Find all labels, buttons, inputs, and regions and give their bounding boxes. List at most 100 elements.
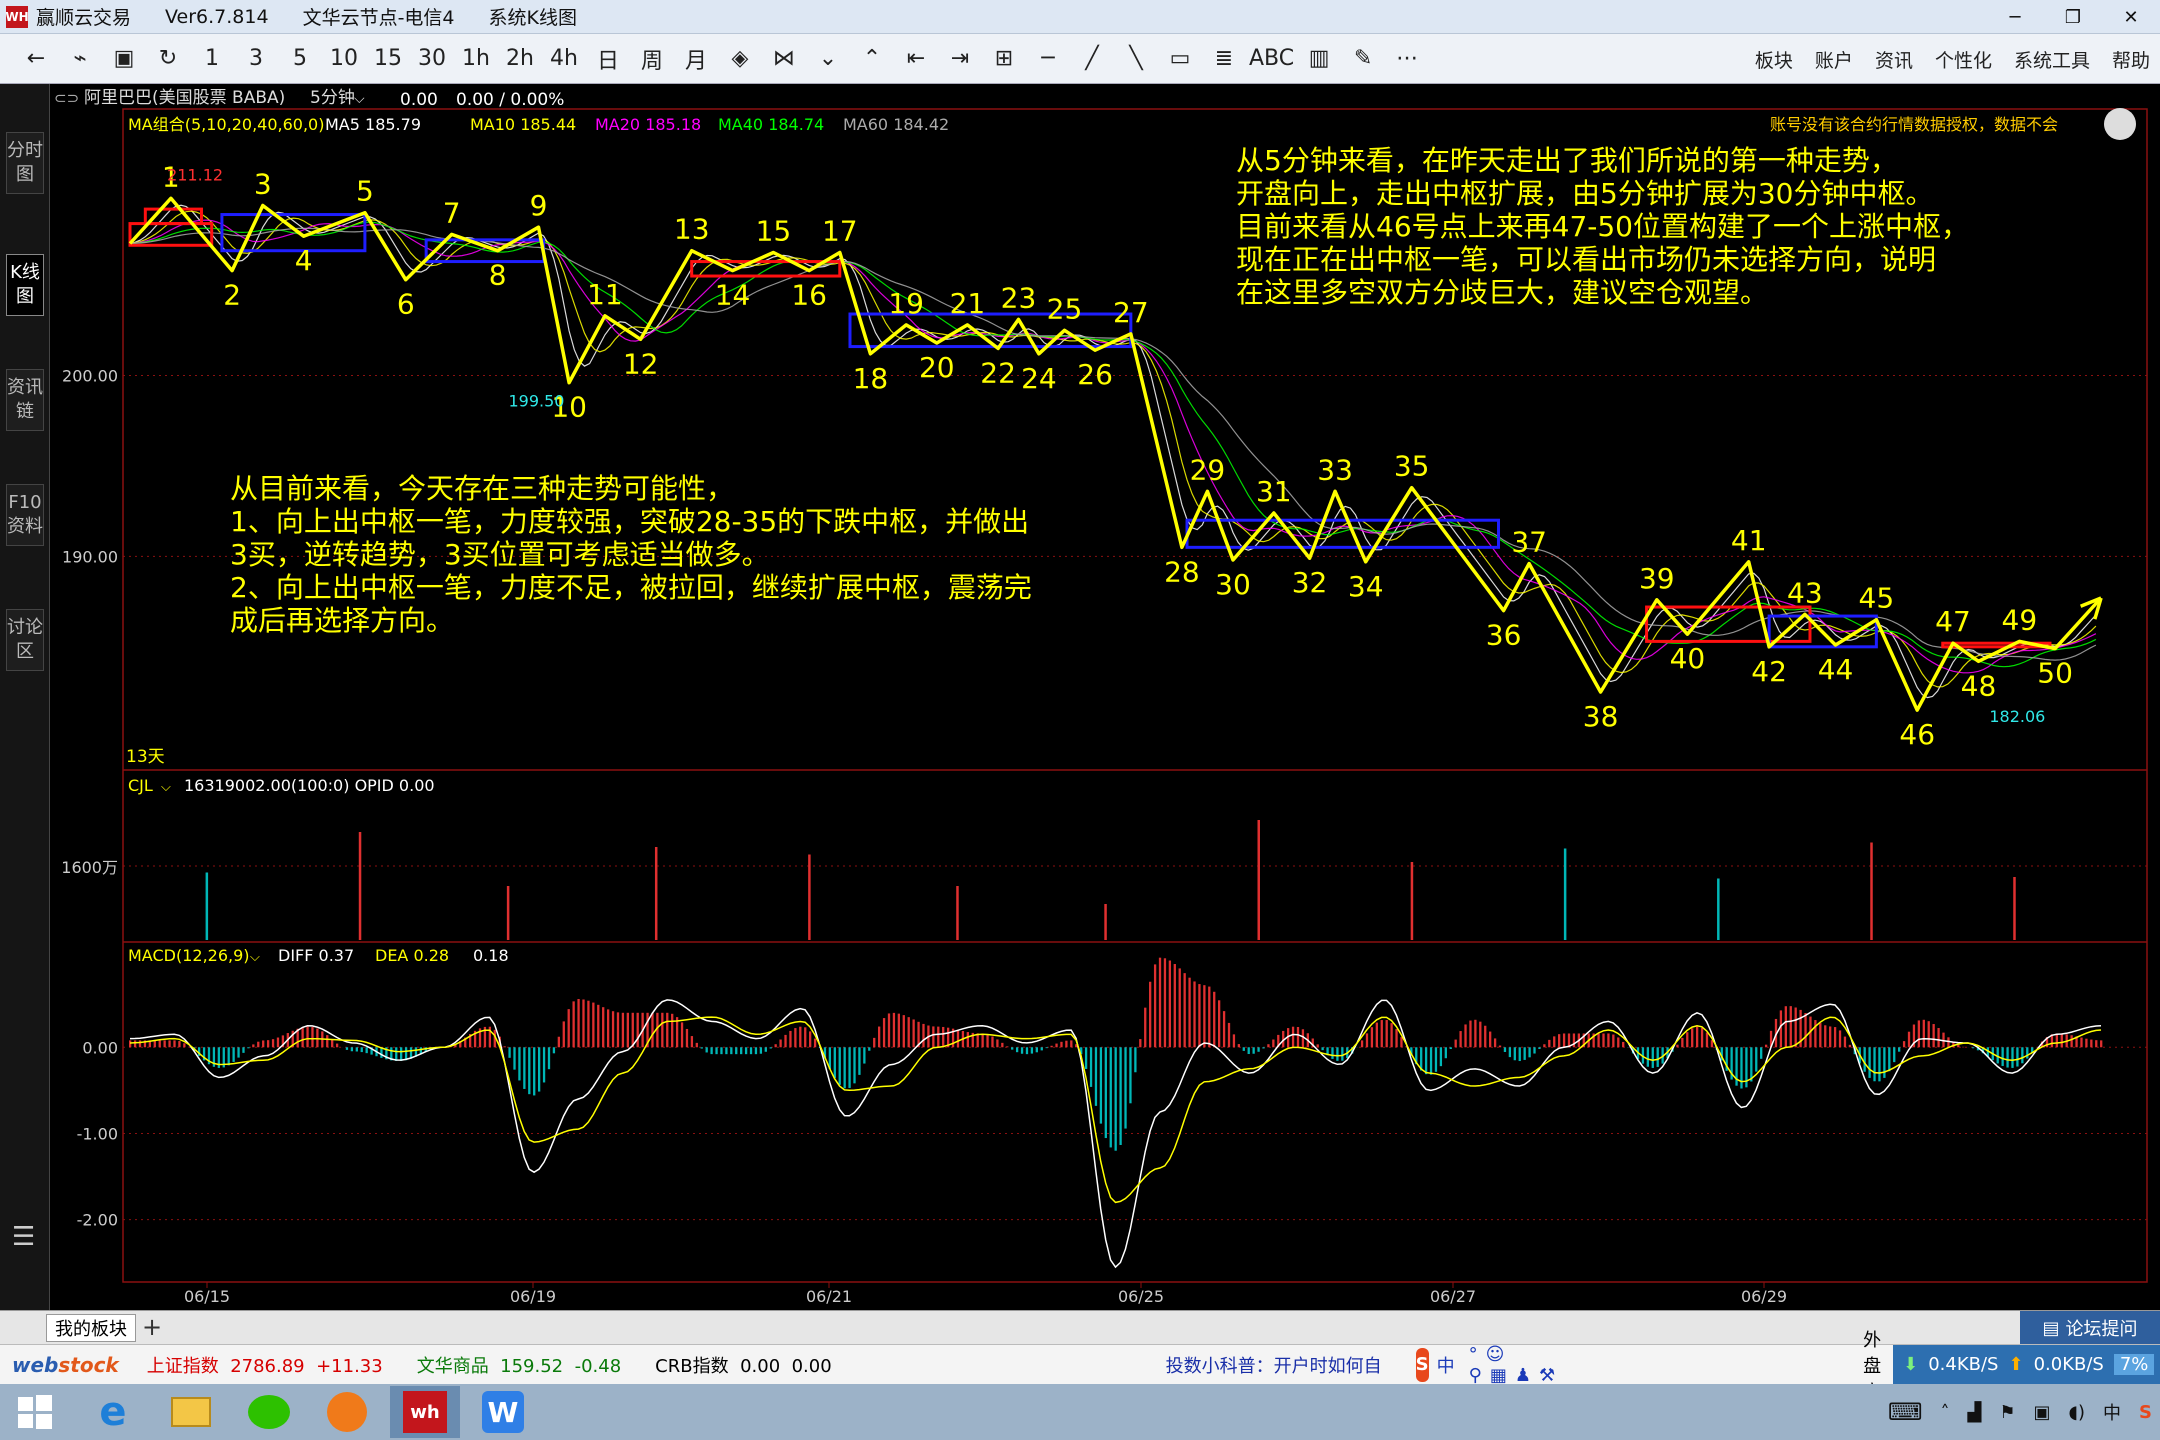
- link-icon[interactable]: ⊂⊃: [54, 89, 79, 107]
- toolbar-button[interactable]: ▣: [102, 39, 146, 79]
- macd-label[interactable]: MACD(12,26,9): [128, 946, 250, 965]
- bi-point-label: 13: [674, 213, 710, 246]
- macd-bar: [266, 1040, 270, 1048]
- toolbar-button[interactable]: 5: [278, 39, 322, 79]
- toolbar-button[interactable]: ≣: [1202, 39, 1246, 79]
- toolbar-button[interactable]: 10: [322, 39, 366, 79]
- macd-bar: [680, 1022, 684, 1048]
- network-icon[interactable]: ▣: [2034, 1402, 2051, 1423]
- chevron-down-icon[interactable]: ⌵: [161, 780, 171, 795]
- flag-icon[interactable]: ⚑: [1999, 1402, 2015, 1423]
- tab-intraday[interactable]: 分时图: [6, 132, 44, 194]
- restore-button[interactable]: ❐: [2044, 0, 2102, 34]
- toolbar-button[interactable]: ▭: [1158, 39, 1202, 79]
- toolbar-button[interactable]: ⋯: [1385, 39, 1429, 79]
- toolbar-button[interactable]: ⌄: [806, 39, 850, 79]
- keyboard-icon[interactable]: ⌨: [1888, 1398, 1923, 1426]
- add-tab-button[interactable]: +: [142, 1313, 162, 1341]
- ie-browser-icon[interactable]: e: [78, 1386, 148, 1438]
- macd-axis: 0.00 -1.00 -2.00: [77, 1038, 118, 1229]
- ma-group-label[interactable]: MA组合(5,10,20,40,60,0): [128, 115, 324, 134]
- tray-up-icon[interactable]: ˄: [1941, 1402, 1950, 1423]
- toolbar-button[interactable]: ↻: [146, 39, 190, 79]
- toolbar-button[interactable]: ⊞: [982, 39, 1026, 79]
- macd-bar: [237, 1047, 240, 1058]
- wechat-icon[interactable]: [234, 1386, 304, 1438]
- max-price-label: 211.12: [167, 165, 223, 184]
- minimize-button[interactable]: ─: [1986, 0, 2044, 34]
- toolbar-button[interactable]: ╱: [1070, 39, 1114, 79]
- toolbar-button[interactable]: 月: [674, 39, 718, 79]
- toolbar-button[interactable]: ←: [14, 39, 58, 79]
- title-bar: WH 赢顺云交易 Ver6.7.814 文华云节点-电信4 系统K线图 ─ ❐ …: [0, 0, 2160, 34]
- forum-question-button[interactable]: ▤ 论坛提问: [2020, 1311, 2160, 1345]
- signal-icon[interactable]: ▟: [1968, 1402, 1982, 1423]
- symbol-name[interactable]: 阿里巴巴(美国股票 BABA): [84, 88, 285, 108]
- toolbar-button[interactable]: ✎: [1341, 39, 1385, 79]
- toolbar-button[interactable]: ▥: [1297, 39, 1341, 79]
- menu-item[interactable]: 个性化: [1935, 46, 1992, 73]
- menu-item[interactable]: 板块: [1755, 46, 1793, 73]
- index-crb[interactable]: CRB指数 0.00 0.00: [655, 1352, 832, 1378]
- tab-f10[interactable]: F10资料: [6, 484, 44, 546]
- volume-icon[interactable]: ◖): [2069, 1402, 2086, 1423]
- tab-kline[interactable]: K线图: [6, 254, 44, 316]
- macd-bar: [1149, 981, 1152, 1048]
- period-select[interactable]: 5分钟: [310, 88, 355, 108]
- tab-discussion[interactable]: 讨论区: [6, 609, 44, 671]
- menu-item[interactable]: 资讯: [1875, 46, 1913, 73]
- tab-news-chain[interactable]: 资讯链: [6, 369, 44, 431]
- toolbar-button[interactable]: 3: [234, 39, 278, 79]
- tray-sogou-icon[interactable]: S: [2139, 1402, 2152, 1423]
- windows-start-icon[interactable]: [0, 1386, 70, 1438]
- menu-item[interactable]: 账户: [1815, 46, 1853, 73]
- menu-item[interactable]: 帮助: [2112, 46, 2150, 73]
- toolbar-button[interactable]: 15: [366, 39, 410, 79]
- toolbar-button[interactable]: 1h: [454, 39, 498, 79]
- macd-bar: [1902, 1041, 1906, 1048]
- macd-bar: [1760, 1047, 1763, 1059]
- tab-my-sector[interactable]: 我的板块: [46, 1314, 136, 1342]
- index-shanghai[interactable]: 上证指数 2786.89 +11.33: [147, 1352, 383, 1378]
- menu-icon[interactable]: ☰: [12, 1222, 35, 1252]
- kline-chart[interactable]: ⊂⊃ 阿里巴巴(美国股票 BABA) 5分钟 ⌵ 0.00 0.00 / 0.0…: [50, 84, 2160, 1310]
- toolbar-button[interactable]: 周: [630, 39, 674, 79]
- kline-chart-area[interactable]: ⊂⊃ 阿里巴巴(美国股票 BABA) 5分钟 ⌵ 0.00 0.00 / 0.0…: [50, 84, 2160, 1310]
- wps-icon[interactable]: W: [468, 1386, 538, 1438]
- toolbar-button[interactable]: ◈: [718, 39, 762, 79]
- sogou-ime-icon[interactable]: S: [1415, 1347, 1429, 1382]
- toolbar-button[interactable]: ⌁: [58, 39, 102, 79]
- ime-tools-icon[interactable]: °☺⚲▦♟⚒: [1469, 1344, 1563, 1386]
- toolbar-button[interactable]: 30: [410, 39, 454, 79]
- toolbar-button[interactable]: 4h: [542, 39, 586, 79]
- toolbar-button[interactable]: ⋈: [762, 39, 806, 79]
- toolbar-button[interactable]: 1: [190, 39, 234, 79]
- menu-item[interactable]: 系统工具: [2014, 46, 2090, 73]
- cjl-label[interactable]: CJL: [128, 776, 153, 795]
- toolbar-button[interactable]: ⌃: [850, 39, 894, 79]
- toolbar-button[interactable]: ABC: [1246, 39, 1297, 79]
- input-lang[interactable]: 中: [2103, 1399, 2121, 1425]
- macd-bar: [863, 1047, 866, 1064]
- macd-bar: [1883, 1047, 1886, 1078]
- macd-bar: [158, 1040, 161, 1048]
- toolbar-button[interactable]: 日: [586, 39, 630, 79]
- chevron-down-icon[interactable]: ⌵: [354, 91, 365, 107]
- macd-bar: [981, 1033, 984, 1048]
- toolbar-button[interactable]: ╲: [1114, 39, 1158, 79]
- wenhua-app-icon[interactable]: wh: [390, 1386, 460, 1438]
- app-orange-icon[interactable]: [312, 1386, 382, 1438]
- upload-arrow-icon: ⬆: [2008, 1354, 2024, 1375]
- toolbar-button[interactable]: ─: [1026, 39, 1070, 79]
- macd-bar: [1395, 1029, 1398, 1048]
- chevron-down-icon[interactable]: ⌵: [250, 950, 260, 965]
- close-button[interactable]: ✕: [2102, 0, 2160, 34]
- index-wenhua[interactable]: 文华商品 159.52 -0.48: [417, 1352, 621, 1378]
- scroll-handle-icon[interactable]: [2104, 108, 2136, 140]
- ime-mode[interactable]: 中: [1437, 1352, 1455, 1378]
- toolbar-button[interactable]: 2h: [498, 39, 542, 79]
- file-explorer-icon[interactable]: [156, 1386, 226, 1438]
- toolbar-button[interactable]: ⇤: [894, 39, 938, 79]
- news-ticker[interactable]: 投数小科普：开户时如何自: [1166, 1352, 1382, 1378]
- toolbar-button[interactable]: ⇥: [938, 39, 982, 79]
